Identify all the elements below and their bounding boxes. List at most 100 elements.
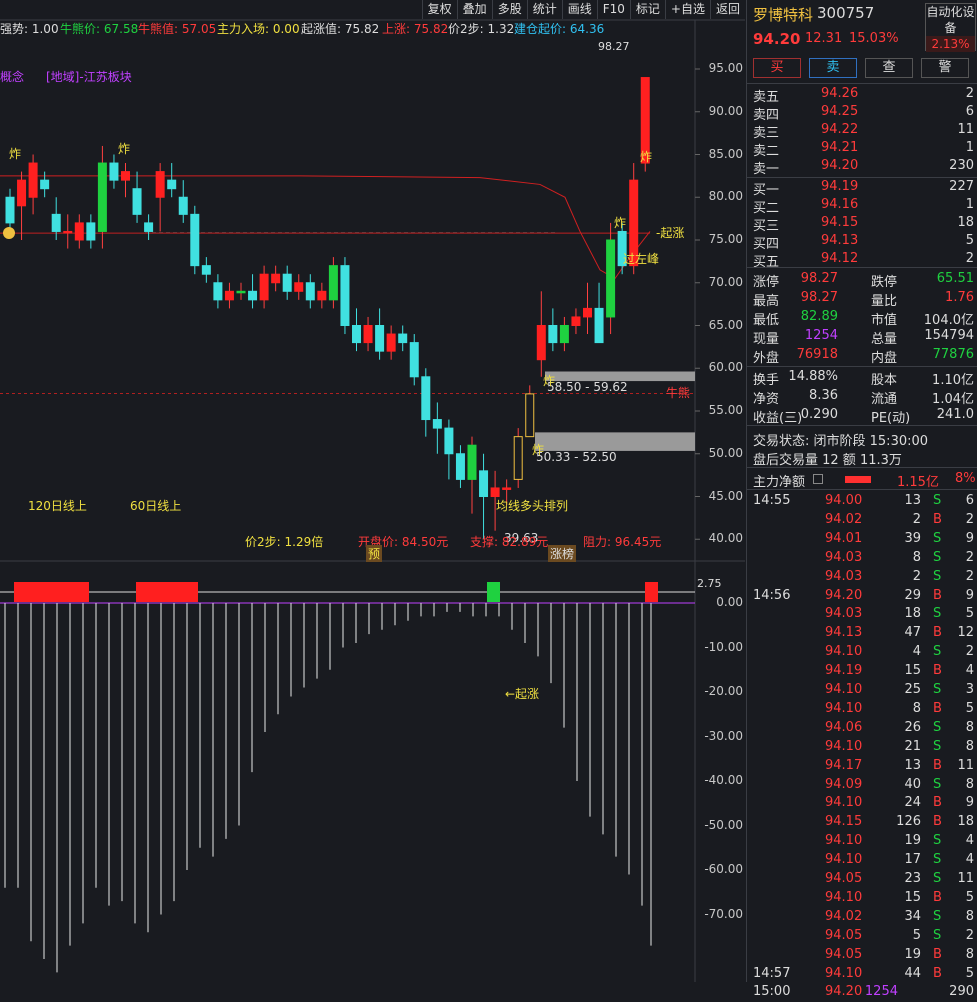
toolbar-btn-1[interactable]: 叠加 [456,0,492,19]
toolbar-btn-5[interactable]: F10 [596,0,630,19]
tick-row-9[interactable]: 94.19 15 B 4 [747,662,977,681]
candle-30 [352,325,361,344]
tick-row-20[interactable]: 94.05 23 S 11 [747,870,977,889]
tick-row-18[interactable]: 94.10 19 S 4 [747,832,977,851]
sub-green-block [487,582,500,602]
ask-row-0[interactable]: 卖五 94.26 2 [747,85,977,105]
concept-label[interactable]: 概念 [0,68,24,85]
candle-11 [132,188,142,215]
zha-label-3: 炸 [532,443,545,457]
stats-row-0[interactable]: 涨停 98.27 跌停 65.51 [747,270,977,290]
toolbar-btn-0[interactable]: 复权 [421,0,457,19]
bid-row-1[interactable]: 买二 94.16 1 [747,196,977,216]
trade-buttons: 买 卖 查 警 [753,58,977,78]
tick-row-17[interactable]: 94.15 126 B 18 [747,813,977,832]
candle-35 [409,342,419,378]
axis-sub-5: -50.00 [704,817,743,832]
tick-row-11[interactable]: 94.10 8 B 5 [747,700,977,719]
candle-18 [213,282,223,301]
candle-45 [525,393,535,438]
ask-row-2[interactable]: 卖三 94.22 11 [747,121,977,141]
tick-row-15[interactable]: 94.09 40 S 8 [747,776,977,795]
candle-25 [294,282,304,292]
axis-main-5: 70.00 [708,274,743,289]
buy-button[interactable]: 买 [753,58,801,78]
tick-row-25[interactable]: 14:57 94.10 44 B 5 [747,965,977,984]
sector-pct: 2.13% [926,36,975,52]
tick-row-12[interactable]: 94.06 26 S 8 [747,719,977,738]
candle-4 [51,213,61,232]
ask-row-3[interactable]: 卖二 94.21 1 [747,139,977,159]
tick-row-23[interactable]: 94.05 5 S 2 [747,927,977,946]
zhuli-bar [845,476,871,483]
candle-46 [536,325,546,361]
tick-row-3[interactable]: 94.03 8 S 2 [747,549,977,568]
tick-row-2[interactable]: 94.01 39 S 9 [747,530,977,549]
zha-label-1: 炸 [118,142,131,156]
toolbar-btn-2[interactable]: 多股 [491,0,527,19]
axis-main-11: 40.00 [708,531,743,546]
tick-row-4[interactable]: 94.03 2 S 2 [747,568,977,587]
toolbar-btn-3[interactable]: 统计 [526,0,562,19]
candle-40 [467,444,477,480]
stats-row-4[interactable]: 外盘 76918 内盘 77876 [747,346,977,366]
tick-row-24[interactable]: 94.05 19 B 8 [747,946,977,965]
toolbar-btn-8[interactable]: 返回 [709,0,745,19]
zhuli-row: 主力净额 1.15亿 8% [753,471,976,490]
sector-box[interactable]: 自动化设备 2.13% [925,3,976,52]
ind-zhuli: 主力入场: 0.00 [217,22,300,36]
last-price: 94.20 [753,30,801,48]
qizhang2-label: ←起涨 [505,687,540,701]
tick-row-0[interactable]: 14:55 94.00 13 S 6 [747,492,977,511]
kline-chart-area[interactable]: 强势: 1.00 牛熊价: 67.58 牛熊值: 57.05 主力入场: 0.0… [0,0,745,982]
toolbar-btn-4[interactable]: 画线 [561,0,597,19]
region-label[interactable]: [地域]-江苏板块 [46,68,132,85]
toolbar-btn-7[interactable]: +自选 [664,0,710,19]
axis-sub-3: -30.00 [704,728,743,743]
candle-43 [502,487,512,490]
bid-row-0[interactable]: 买一 94.19 227 [747,178,977,198]
candle-20 [236,290,246,294]
tick-row-14[interactable]: 94.17 13 B 11 [747,757,977,776]
tick-row-1[interactable]: 94.02 2 B 2 [747,511,977,530]
tick-row-13[interactable]: 94.10 21 S 8 [747,738,977,757]
alert-button[interactable]: 警 [921,58,969,78]
tick-row-26[interactable]: 15:00 94.20 1254 290 [747,983,977,1002]
stats2-row-1[interactable]: 净资 8.36 流通 1.04亿 [747,387,977,407]
ask-row-1[interactable]: 卖四 94.25 6 [747,103,977,123]
stats-row-3[interactable]: 现量 1254 总量 154794 [747,327,977,347]
kline-svg[interactable] [0,0,745,982]
jia2bu-label: 价2步: 1.29倍 [245,535,324,549]
candle-51 [594,307,604,344]
ma-line [0,175,651,280]
tick-row-22[interactable]: 94.02 34 S 8 [747,908,977,927]
tick-row-10[interactable]: 94.10 25 S 3 [747,681,977,700]
candle-42 [490,487,500,498]
stock-name: 罗博特科 [753,6,814,24]
stats-row-1[interactable]: 最高 98.27 量比 1.76 [747,289,977,309]
stats-row-2[interactable]: 最低 82.89 市值 104.0亿 [747,308,977,328]
stats2-row-2[interactable]: 收益(三) 0.290 PE(动) 241.0 [747,406,977,426]
sub-top-label: 2.75 [697,577,722,590]
sell-button[interactable]: 卖 [809,58,857,78]
stats2-row-0[interactable]: 换手 14.88% 股本 1.10亿 [747,368,977,388]
tick-row-21[interactable]: 94.10 15 B 5 [747,889,977,908]
candle-34 [398,333,408,344]
candle-10 [121,171,130,181]
tick-row-16[interactable]: 94.10 24 B 9 [747,794,977,813]
tick-row-8[interactable]: 94.10 4 S 2 [747,643,977,662]
candle-21 [248,290,258,301]
bid-row-2[interactable]: 买三 94.15 18 [747,214,977,234]
tick-row-7[interactable]: 94.13 47 B 12 [747,624,977,643]
tick-row-19[interactable]: 94.10 17 S 4 [747,851,977,870]
ask-row-4[interactable]: 卖一 94.20 230 [747,157,977,177]
axis-main-6: 65.00 [708,317,743,332]
check-button[interactable]: 查 [865,58,913,78]
tick-row-5[interactable]: 14:56 94.20 29 B 9 [747,587,977,606]
bid-row-3[interactable]: 买四 94.13 5 [747,232,977,252]
candle-2 [28,162,38,198]
candle-13 [155,171,165,198]
tick-row-6[interactable]: 94.03 18 S 5 [747,605,977,624]
ma120-label: 120日线上 [28,499,87,513]
toolbar-btn-6[interactable]: 标记 [629,0,665,19]
